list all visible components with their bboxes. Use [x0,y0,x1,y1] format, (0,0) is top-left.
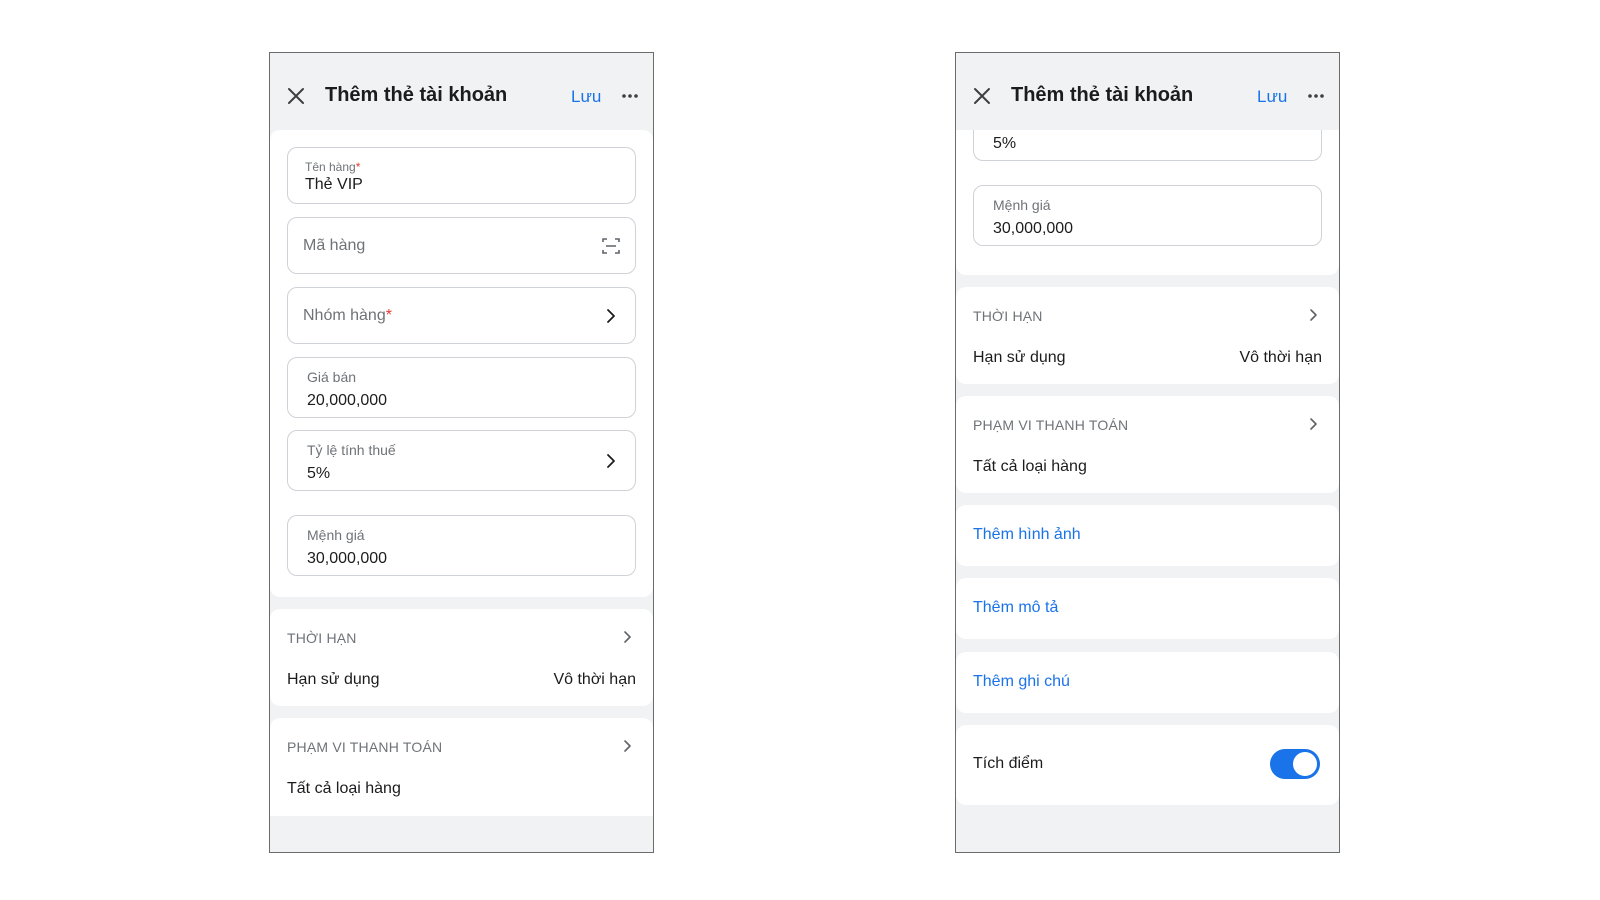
loyalty-points-toggle[interactable] [1270,749,1320,779]
product-group-placeholder: Nhóm hàng* [303,307,392,325]
face-value-value: 30,000,000 [307,550,388,567]
product-name-label-text: Tên hàng [305,160,356,174]
face-value-field[interactable]: Mệnh giá 30,000,000 [287,515,636,576]
expiry-value: Vô thời hạn [1239,349,1322,366]
page-title: Thêm thẻ tài khoản [1011,84,1194,106]
payment-scope-value: Tất cả loại hàng [973,458,1087,475]
selling-price-field[interactable]: Giá bán 20,000,000 [287,357,636,418]
product-name-label: Tên hàng* [305,160,360,174]
payment-scope-heading: PHẠM VI THANH TOÁN [973,417,1129,433]
face-value-value: 30,000,000 [993,220,1074,237]
add-description-link[interactable]: Thêm mô tả [973,599,1058,617]
chevron-right-icon[interactable] [620,738,636,754]
add-note-link[interactable]: Thêm ghi chú [973,673,1070,691]
chevron-right-icon [1287,130,1307,133]
product-code-placeholder: Mã hàng [303,237,366,254]
add-description-row[interactable]: Thêm mô tả [956,578,1339,639]
product-group-field[interactable]: Nhóm hàng* [287,287,636,344]
product-group-placeholder-text: Nhóm hàng [303,307,386,324]
top-bar: Thêm thẻ tài khoản Lưu [956,53,1339,130]
phone-screen-left: Thêm thẻ tài khoản Lưu Tên hàng* Thẻ VIP… [269,52,654,853]
save-button[interactable]: Lưu [571,87,601,107]
form-content-scrolled: 5% Mệnh giá 30,000,000 THỜI HẠN Hạn sử d… [956,130,1339,852]
barcode-scan-icon[interactable] [601,236,621,256]
tax-rate-value: 5% [307,465,331,482]
loyalty-points-label: Tích điểm [973,755,1044,772]
toggle-knob [1292,751,1318,777]
required-mark: * [355,160,361,174]
product-code-field[interactable]: Mã hàng [287,217,636,274]
payment-scope-value: Tất cả loại hàng [287,780,401,797]
selling-price-value: 20,000,000 [307,392,388,409]
chevron-right-icon[interactable] [620,629,636,645]
product-name-field[interactable]: Tên hàng* Thẻ VIP [287,147,636,204]
duration-heading: THỜI HẠN [287,630,357,646]
tax-rate-value: 5% [993,135,1017,152]
product-info-card: 5% Mệnh giá 30,000,000 [956,130,1339,275]
payment-scope-section[interactable]: PHẠM VI THANH TOÁN Tất cả loại hàng [956,396,1339,493]
bottom-spacer [270,816,653,852]
more-horizontal-icon[interactable] [620,86,640,106]
save-button[interactable]: Lưu [1257,87,1287,107]
close-icon[interactable] [286,86,306,106]
product-info-card: Tên hàng* Thẻ VIP Mã hàng Nhóm hàng* Giá… [270,130,653,597]
loyalty-points-row: Tích điểm [956,725,1339,805]
phone-screen-right: Thêm thẻ tài khoản Lưu 5% Mệnh giá 30,00… [955,52,1340,853]
add-image-row[interactable]: Thêm hình ảnh [956,505,1339,566]
face-value-field[interactable]: Mệnh giá 30,000,000 [973,185,1322,246]
required-mark: * [385,307,392,324]
page-title: Thêm thẻ tài khoản [325,84,508,106]
expiry-label: Hạn sử dụng [287,671,380,688]
selling-price-label: Giá bán [307,369,357,385]
top-bar: Thêm thẻ tài khoản Lưu [270,53,653,130]
tax-rate-field[interactable]: Tỷ lệ tính thuế 5% [287,430,636,491]
duration-heading: THỜI HẠN [973,308,1043,324]
form-content: Tên hàng* Thẻ VIP Mã hàng Nhóm hàng* Giá… [270,130,653,852]
duration-section[interactable]: THỜI HẠN Hạn sử dụng Vô thời hạn [270,609,653,706]
expiry-value: Vô thời hạn [553,671,636,688]
more-horizontal-icon[interactable] [1306,86,1326,106]
chevron-right-icon [601,451,621,471]
chevron-right-icon [601,306,621,326]
tax-rate-label: Tỷ lệ tính thuế [307,442,396,458]
close-icon[interactable] [972,86,992,106]
chevron-right-icon[interactable] [1306,416,1322,432]
payment-scope-heading: PHẠM VI THANH TOÁN [287,739,443,755]
add-note-row[interactable]: Thêm ghi chú [956,652,1339,713]
tax-rate-field[interactable]: 5% [973,130,1322,161]
expiry-label: Hạn sử dụng [973,349,1066,366]
add-image-link[interactable]: Thêm hình ảnh [973,526,1081,544]
face-value-label: Mệnh giá [307,527,365,543]
face-value-label: Mệnh giá [993,197,1051,213]
chevron-right-icon[interactable] [1306,307,1322,323]
duration-section[interactable]: THỜI HẠN Hạn sử dụng Vô thời hạn [956,287,1339,384]
product-name-value: Thẻ VIP [305,176,363,193]
